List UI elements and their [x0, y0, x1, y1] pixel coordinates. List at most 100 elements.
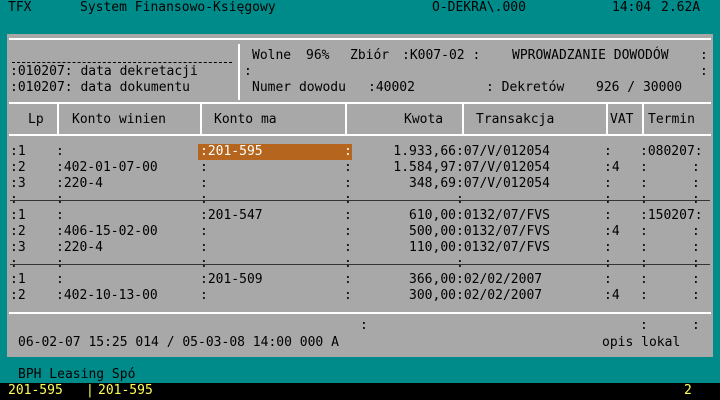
wolne-label: Wolne — [252, 48, 292, 63]
row-termin[interactable]: : — [640, 288, 648, 304]
row-termin[interactable]: :080207: — [640, 144, 703, 160]
separator-colon: : — [344, 256, 352, 271]
row-transakcja[interactable]: :02/02/2007 — [456, 288, 542, 304]
row-termin[interactable]: : — [640, 160, 648, 176]
numer-dowodu-label: Numer dowodu — [252, 80, 346, 95]
row-vat[interactable]: : — [604, 176, 612, 192]
separator-pipe: | — [86, 383, 94, 398]
account-right: 201-595 — [98, 383, 153, 398]
row-lp: :1 — [10, 272, 26, 287]
row-winien[interactable]: : — [56, 272, 64, 288]
separator-colon: : — [456, 256, 464, 271]
data-dokumentu: :010207: data dokumentu — [10, 80, 191, 95]
zbior-value[interactable]: :K007-02 : — [402, 48, 480, 64]
divider — [57, 104, 59, 134]
row-kwota[interactable]: 500,00 — [356, 224, 456, 240]
row-vat[interactable]: : — [604, 144, 612, 160]
divider — [238, 44, 240, 100]
document-info: 06-02-07 15:25 014 / 05-03-08 14:00 000 … — [18, 335, 339, 350]
separator-colon: : — [692, 160, 700, 175]
row-transakcja[interactable]: :07/V/012054 — [456, 176, 550, 192]
divider — [462, 104, 464, 134]
separator-colon: : — [10, 192, 18, 207]
version: 2.62A — [661, 0, 701, 15]
row-winien[interactable]: :402-01-07-00 — [56, 160, 158, 176]
row-termin[interactable]: :150207: — [640, 208, 703, 224]
row-kwota[interactable]: 1.933,66 — [356, 144, 456, 160]
row-kwota[interactable]: 610,00 — [356, 208, 456, 224]
row-ma[interactable]: : — [200, 288, 208, 304]
row-vat[interactable]: :4 — [604, 288, 620, 304]
row-transakcja[interactable]: :0132/07/FVS — [456, 224, 550, 240]
row-winien[interactable]: :406-15-02-00 — [56, 224, 158, 240]
row-termin[interactable]: : — [640, 240, 648, 256]
row-vat[interactable]: :4 — [604, 224, 620, 240]
separator-colon: : — [640, 256, 648, 271]
row-kwota[interactable]: 1.584,97 — [356, 160, 456, 176]
app-title: System Finansowo-Księgowy — [80, 0, 276, 15]
row-lp: :2 — [10, 160, 26, 175]
row-winien[interactable]: :220-4 — [56, 240, 103, 256]
dataset-path: O-DEKRA\.000 — [432, 0, 526, 15]
status-bar: BPH Leasing Spó — [0, 367, 720, 383]
row-transakcja[interactable]: :0132/07/FVS — [456, 208, 550, 224]
row-ma[interactable]: :201-595 — [200, 144, 263, 160]
col-konto-winien: Konto winien — [72, 112, 166, 127]
separator-colon: : — [692, 318, 700, 333]
company-name: BPH Leasing Spó — [18, 367, 136, 382]
separator-colon: : — [640, 192, 648, 207]
row-transakcja[interactable]: :07/V/012054 — [456, 144, 550, 160]
row-lp: :1 — [10, 144, 26, 159]
separator-colon: : — [344, 160, 352, 175]
data-dekretacji: :010207: data dekretacji — [10, 64, 198, 79]
row-transakcja[interactable]: :02/02/2007 — [456, 272, 542, 288]
divider — [642, 104, 644, 134]
dekretow-count: 926 / 30000 — [596, 80, 683, 95]
row-ma[interactable]: : — [200, 240, 208, 256]
separator-colon: : — [344, 176, 352, 191]
separator-colon: : — [200, 256, 208, 271]
row-termin[interactable]: : — [640, 272, 648, 288]
row-kwota[interactable]: 366,00 — [356, 272, 456, 288]
row-termin[interactable]: : — [640, 176, 648, 192]
separator-colon: : — [56, 256, 64, 271]
row-transakcja[interactable]: :0132/07/FVS — [456, 240, 550, 256]
row-vat[interactable]: : — [604, 208, 612, 224]
row-ma[interactable]: :201-509 — [200, 272, 263, 288]
row-winien[interactable]: :402-10-13-00 — [56, 288, 158, 304]
divider — [345, 104, 347, 134]
row-lp: :3 — [10, 176, 26, 191]
row-lp: :1 — [10, 208, 26, 223]
row-vat[interactable]: : — [604, 240, 612, 256]
row-ma[interactable]: : — [200, 160, 208, 176]
separator-colon: : — [344, 240, 352, 255]
row-winien[interactable]: : — [56, 208, 64, 224]
row-ma[interactable]: : — [200, 224, 208, 240]
separator-colon: : — [604, 192, 612, 207]
col-transakcja: Transakcja — [476, 112, 555, 127]
row-kwota[interactable]: 110,00 — [356, 240, 456, 256]
row-transakcja[interactable]: :07/V/012054 — [456, 160, 550, 176]
row-vat[interactable]: : — [604, 272, 612, 288]
row-ma[interactable]: : — [200, 176, 208, 192]
separator-colon: : — [56, 192, 64, 207]
row-winien[interactable]: : — [56, 144, 64, 160]
numer-dowodu-field[interactable]: :40002 — [368, 80, 415, 96]
col-termin: Termin — [648, 112, 695, 127]
row-vat[interactable]: :4 — [604, 160, 620, 176]
row-termin[interactable]: : — [640, 224, 648, 240]
separator-colon: : — [344, 144, 352, 159]
separator-colon: : — [692, 224, 700, 239]
opis-lokal: opis lokal — [602, 335, 681, 350]
separator-colon: : — [692, 256, 700, 271]
divider — [9, 38, 711, 40]
row-ma[interactable]: :201-547 — [200, 208, 263, 224]
row-kwota[interactable]: 348,69 — [356, 176, 456, 192]
separator-colon: : — [700, 48, 708, 63]
row-kwota[interactable]: 300,00 — [356, 288, 456, 304]
row-winien[interactable]: :220-4 — [56, 176, 103, 192]
separator-colon: : — [200, 192, 208, 207]
app-name: TFX — [8, 0, 32, 15]
separator-colon: : — [604, 256, 612, 271]
separator-colon: : — [10, 256, 18, 271]
